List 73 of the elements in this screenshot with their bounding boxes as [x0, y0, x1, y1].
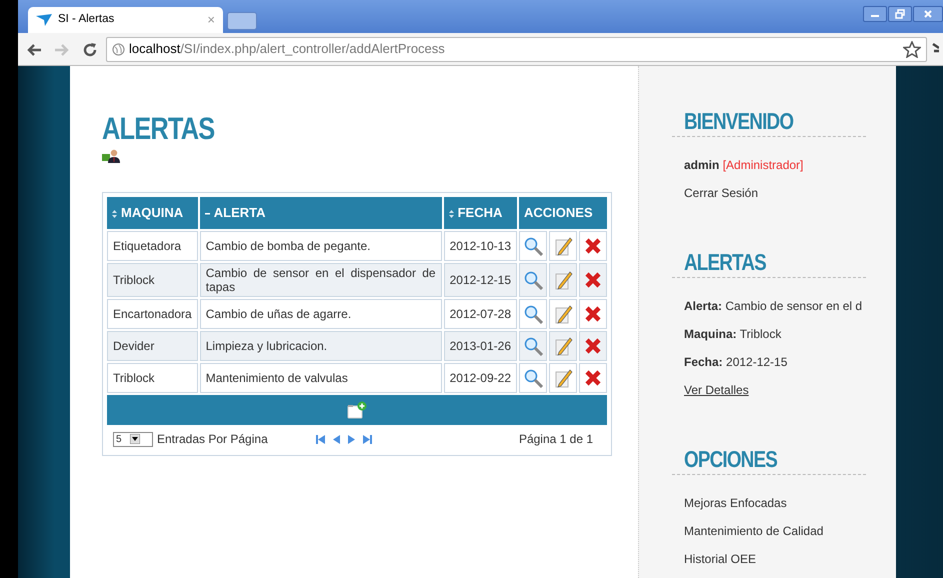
- edit-pencil-icon[interactable]: [554, 368, 572, 388]
- edit-pencil-icon[interactable]: [554, 304, 572, 324]
- column-header: ACCIONES: [519, 197, 607, 229]
- edit-pencil-icon[interactable]: [554, 236, 572, 256]
- table-cell: 2012-07-28: [444, 299, 517, 329]
- delete-icon[interactable]: [584, 271, 602, 290]
- add-folder-icon[interactable]: [347, 401, 367, 419]
- close-icon: [923, 9, 933, 19]
- delete-icon[interactable]: [584, 305, 602, 324]
- table-cell: Cambio de uñas de agarre.: [200, 299, 442, 329]
- delete-icon[interactable]: [584, 369, 602, 388]
- forward-arrow-icon: [54, 42, 70, 57]
- dropdown-arrow-icon: [130, 434, 140, 444]
- table-cell: Mantenimiento de valvulas: [200, 363, 442, 393]
- table-cell: Devider: [107, 331, 198, 361]
- delete-icon[interactable]: [584, 237, 602, 256]
- table-cell: Limpieza y lubricacion.: [200, 331, 442, 361]
- globe-icon: [112, 42, 125, 56]
- browser-tab[interactable]: SI - Alertas ×: [28, 7, 223, 33]
- search-icon[interactable]: [524, 368, 542, 388]
- last-page-icon[interactable]: [362, 434, 372, 444]
- delete-icon[interactable]: [584, 337, 602, 356]
- option-link[interactable]: Mejoras Enfocadas: [684, 495, 864, 511]
- back-arrow-icon: [26, 42, 42, 57]
- page-size-label: Entradas Por Página: [157, 431, 268, 448]
- page-info: Página 1 de 1: [518, 431, 593, 448]
- option-link[interactable]: Historial OEE: [684, 551, 864, 567]
- close-button[interactable]: [913, 6, 943, 22]
- sort-icon: [112, 210, 117, 218]
- alert-detail: Fecha: 2012-12-15: [684, 354, 788, 370]
- next-page-icon[interactable]: [348, 434, 355, 444]
- details-link[interactable]: Ver Detalles: [684, 383, 749, 397]
- search-icon[interactable]: [524, 304, 542, 324]
- column-header[interactable]: MAQUINA: [107, 197, 198, 229]
- search-icon[interactable]: [524, 236, 542, 256]
- table-cell: Cambio de sensor en el dispensador de tapas: [200, 263, 442, 297]
- page-title: ALERTAS: [102, 112, 214, 146]
- address-bar[interactable]: localhost/SI/index.php/alert_controller/addAlertProcess: [106, 36, 927, 62]
- url-text: localhost/SI/index.php/alert_controller/addAlertProcess: [129, 40, 445, 58]
- table-cell: 2013-01-26: [444, 331, 517, 361]
- sidebar-heading: ALERTAS: [684, 248, 766, 277]
- minimize-button[interactable]: [863, 6, 887, 22]
- user-info: admin [Administrador]: [684, 157, 804, 173]
- table-cell: Etiquetadora: [107, 231, 198, 261]
- option-link[interactable]: Mantenimiento de Calidad: [684, 523, 864, 539]
- alert-detail: Alerta: Cambio de sensor en el d: [684, 298, 864, 314]
- search-icon[interactable]: [524, 270, 542, 290]
- first-page-icon[interactable]: [316, 434, 325, 444]
- tab-title: SI - Alertas: [58, 12, 116, 28]
- table-cell: 2012-12-15: [444, 263, 517, 297]
- restore-button[interactable]: [888, 6, 912, 22]
- column-header[interactable]: FECHA: [444, 197, 517, 229]
- alert-detail: Maquina: Triblock: [684, 326, 782, 342]
- search-icon[interactable]: [524, 336, 542, 356]
- table-cell: Triblock: [107, 263, 198, 297]
- page-size-select[interactable]: 5: [113, 432, 153, 446]
- restore-icon: [895, 9, 905, 19]
- reload-icon: [82, 42, 98, 58]
- table-cell: 2012-10-13: [444, 231, 517, 261]
- edit-pencil-icon[interactable]: [554, 270, 572, 290]
- user-icon: [102, 148, 122, 163]
- sidebar-heading: BIENVENIDO: [684, 107, 794, 136]
- star-icon[interactable]: [903, 40, 921, 58]
- table-cell: Encartonadora: [107, 299, 198, 329]
- previous-page-icon[interactable]: [332, 434, 340, 444]
- column-header[interactable]: ALERTA: [200, 197, 442, 229]
- edit-pencil-icon[interactable]: [554, 336, 572, 356]
- sidebar-heading: OPCIONES: [684, 445, 777, 474]
- table-cell: Triblock: [107, 363, 198, 393]
- table-cell: 2012-09-22: [444, 363, 517, 393]
- sort-icon: [448, 210, 454, 218]
- logout-link[interactable]: Cerrar Sesión: [684, 185, 864, 201]
- table-cell: Cambio de bomba de pegante.: [200, 231, 442, 261]
